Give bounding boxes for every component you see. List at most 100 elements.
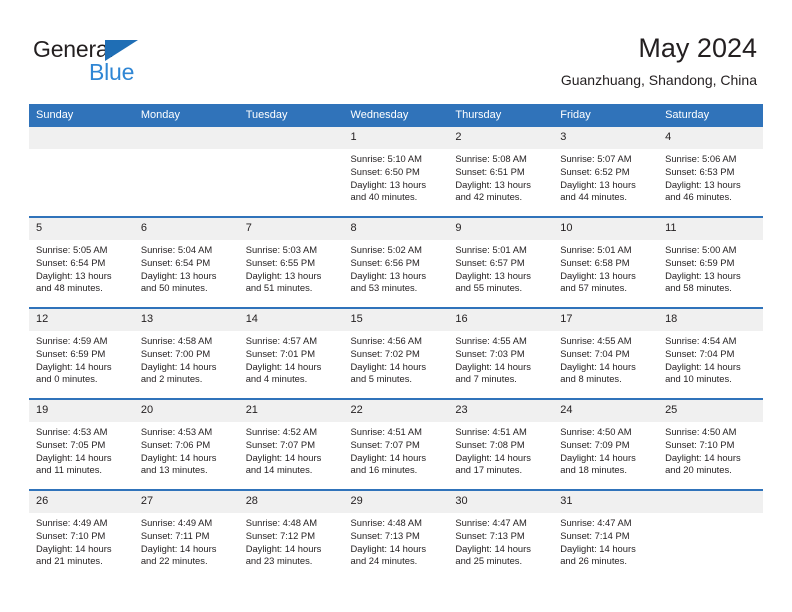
day-number: 20 [133, 400, 239, 422]
daylight-text: Daylight: 13 hours and 53 minutes. [350, 269, 427, 294]
day-info: Sunrise: 4:53 AM Sunset: 7:06 PM Daylight:… [134, 422, 239, 477]
calendar-day-cell[interactable]: 6 Sunrise: 5:04 AM Sunset: 6:54 PM Daylight… [133, 216, 239, 308]
daylight-text: Daylight: 14 hours and 2 minutes. [140, 360, 217, 385]
day-number: 29 [343, 491, 449, 513]
sunset-text: Sunset: 6:57 PM [455, 256, 525, 268]
day-number: 3 [553, 127, 659, 149]
sunset-text: Sunset: 7:09 PM [560, 438, 630, 450]
day-info: Sunrise: 5:03 AM Sunset: 6:55 PM Daylight:… [239, 240, 344, 295]
calendar-day-cell[interactable]: 13 Sunrise: 4:58 AM Sunset: 7:00 PM Dayligh… [133, 307, 239, 399]
daylight-text: Daylight: 14 hours and 10 minutes. [665, 360, 741, 385]
calendar-day-cell[interactable]: 14 Sunrise: 4:57 AM Sunset: 7:01 PM Dayligh… [238, 307, 344, 399]
daylight-text: Daylight: 14 hours and 20 minutes. [665, 451, 741, 476]
calendar-day-cell[interactable]: 25 Sunrise: 4:50 AM Sunset: 7:10 PM Dayligh… [658, 398, 763, 490]
page-header: General Blue May 2024 Guanzhuang, Shando… [0, 0, 792, 104]
calendar-day-cell[interactable]: 28 Sunrise: 4:48 AM Sunset: 7:12 PM Dayligh… [238, 489, 344, 580]
sunset-text: Sunset: 7:10 PM [36, 529, 106, 541]
day-info: Sunrise: 5:07 AM Sunset: 6:52 PM Daylight:… [553, 149, 658, 204]
day-info: Sunrise: 4:57 AM Sunset: 7:01 PM Daylight:… [239, 331, 344, 386]
sunrise-text: Sunrise: 5:03 AM [245, 244, 318, 255]
calendar-day-cell[interactable]: 10 Sunrise: 5:01 AM Sunset: 6:58 PM Dayligh… [553, 216, 659, 308]
sunrise-text: Sunrise: 5:00 AM [665, 244, 737, 255]
daylight-text: Daylight: 14 hours and 17 minutes. [455, 451, 531, 476]
sunset-text: Sunset: 7:04 PM [665, 347, 735, 359]
day-info: Sunrise: 4:50 AM Sunset: 7:10 PM Daylight:… [658, 422, 763, 477]
daylight-text: Daylight: 14 hours and 0 minutes. [36, 360, 112, 385]
calendar-header-row: Sunday Monday Tuesday Wednesday Thursday Frid… [29, 104, 763, 127]
calendar-day-cell[interactable]: 15 Sunrise: 4:56 AM Sunset: 7:02 PM Dayligh… [343, 307, 449, 399]
sunset-text: Sunset: 7:13 PM [455, 529, 525, 541]
sunset-text: Sunset: 7:07 PM [245, 438, 315, 450]
calendar-day-cell[interactable]: 23 Sunrise: 4:51 AM Sunset: 7:08 PM Dayligh… [448, 398, 554, 490]
day-info: Sunrise: 5:02 AM Sunset: 6:56 PM Daylight:… [344, 240, 449, 295]
sunrise-text: Sunrise: 5:05 AM [36, 244, 108, 255]
calendar-day-cell[interactable]: 30 Sunrise: 4:47 AM Sunset: 7:13 PM Dayligh… [448, 489, 554, 580]
calendar-day-cell[interactable]: 26 Sunrise: 4:49 AM Sunset: 7:10 PM Dayligh… [29, 489, 134, 580]
calendar-day-cell[interactable]: 4 Sunrise: 5:06 AM Sunset: 6:53 PM Daylight… [658, 127, 763, 217]
day-info: Sunrise: 4:48 AM Sunset: 7:12 PM Daylight:… [239, 513, 344, 568]
day-number: 6 [133, 218, 239, 240]
calendar-day-cell[interactable]: 2 Sunrise: 5:08 AM Sunset: 6:51 PM Daylight… [448, 127, 554, 217]
calendar-week-row: 5 Sunrise: 5:05 AM Sunset: 6:54 PM Daylight… [29, 216, 763, 308]
sunrise-text: Sunrise: 4:50 AM [665, 426, 737, 437]
calendar-day-cell[interactable]: 29 Sunrise: 4:48 AM Sunset: 7:13 PM Dayligh… [343, 489, 449, 580]
sunrise-text: Sunrise: 4:56 AM [350, 335, 422, 346]
sunrise-text: Sunrise: 4:54 AM [665, 335, 737, 346]
sunset-text: Sunset: 6:58 PM [560, 256, 630, 268]
title-block: May 2024 Guanzhuang, Shandong, China [561, 33, 757, 90]
sunset-text: Sunset: 6:56 PM [350, 256, 420, 268]
day-number: 4 [658, 127, 763, 149]
calendar-day-cell[interactable]: 11 Sunrise: 5:00 AM Sunset: 6:59 PM Dayligh… [658, 216, 763, 308]
weekday-header-thursday: Thursday [448, 104, 554, 127]
sunrise-text: Sunrise: 5:01 AM [560, 244, 632, 255]
day-number [29, 127, 134, 149]
day-info: Sunrise: 4:55 AM Sunset: 7:04 PM Daylight:… [553, 331, 658, 386]
day-number: 1 [343, 127, 449, 149]
sunset-text: Sunset: 6:59 PM [36, 347, 106, 359]
calendar-day-cell[interactable]: 19 Sunrise: 4:53 AM Sunset: 7:05 PM Dayligh… [29, 398, 134, 490]
sunrise-text: Sunrise: 5:02 AM [350, 244, 422, 255]
sunrise-text: Sunrise: 4:50 AM [560, 426, 632, 437]
day-number: 21 [238, 400, 344, 422]
calendar-day-cell[interactable]: 22 Sunrise: 4:51 AM Sunset: 7:07 PM Dayligh… [343, 398, 449, 490]
day-info: Sunrise: 5:01 AM Sunset: 6:57 PM Daylight:… [448, 240, 553, 295]
day-number: 15 [343, 309, 449, 331]
page-title: May 2024 [638, 33, 757, 63]
calendar-week-row: 26 Sunrise: 4:49 AM Sunset: 7:10 PM Dayligh… [29, 489, 763, 580]
day-info: Sunrise: 4:52 AM Sunset: 7:07 PM Daylight:… [239, 422, 344, 477]
calendar-day-cell[interactable]: 7 Sunrise: 5:03 AM Sunset: 6:55 PM Daylight… [238, 216, 344, 308]
sunset-text: Sunset: 6:54 PM [140, 256, 211, 268]
calendar-day-cell[interactable]: 18 Sunrise: 4:54 AM Sunset: 7:04 PM Dayligh… [658, 307, 763, 399]
calendar-day-cell[interactable]: 20 Sunrise: 4:53 AM Sunset: 7:06 PM Dayligh… [133, 398, 239, 490]
day-number: 9 [448, 218, 554, 240]
day-number: 30 [448, 491, 554, 513]
calendar-day-cell[interactable]: 31 Sunrise: 4:47 AM Sunset: 7:14 PM Dayligh… [553, 489, 659, 580]
daylight-text: Daylight: 13 hours and 57 minutes. [560, 269, 636, 294]
calendar-day-cell[interactable]: 21 Sunrise: 4:52 AM Sunset: 7:07 PM Dayligh… [238, 398, 344, 490]
day-info: Sunrise: 5:05 AM Sunset: 6:54 PM Daylight:… [29, 240, 134, 295]
page-subtitle: Guanzhuang, Shandong, China [560, 72, 757, 88]
sunrise-text: Sunrise: 4:53 AM [36, 426, 108, 437]
calendar-day-cell[interactable]: 24 Sunrise: 4:50 AM Sunset: 7:09 PM Dayligh… [553, 398, 659, 490]
calendar-day-cell[interactable]: 5 Sunrise: 5:05 AM Sunset: 6:54 PM Daylight… [29, 216, 134, 308]
sunset-text: Sunset: 7:13 PM [350, 529, 420, 541]
calendar-day-cell[interactable]: 1 Sunrise: 5:10 AM Sunset: 6:50 PM Daylight… [343, 127, 449, 217]
daylight-text: Daylight: 14 hours and 25 minutes. [455, 542, 531, 567]
day-info: Sunrise: 4:51 AM Sunset: 7:07 PM Daylight:… [344, 422, 449, 477]
sunrise-text: Sunrise: 4:47 AM [455, 517, 527, 528]
calendar-day-cell[interactable]: 16 Sunrise: 4:55 AM Sunset: 7:03 PM Dayligh… [448, 307, 554, 399]
calendar-day-cell[interactable]: 27 Sunrise: 4:49 AM Sunset: 7:11 PM Dayligh… [133, 489, 239, 580]
sunrise-text: Sunrise: 4:48 AM [245, 517, 318, 528]
day-info: Sunrise: 5:08 AM Sunset: 6:51 PM Daylight:… [448, 149, 553, 204]
calendar-day-cell[interactable]: 3 Sunrise: 5:07 AM Sunset: 6:52 PM Daylight… [553, 127, 659, 217]
day-number [238, 127, 344, 149]
sunrise-text: Sunrise: 5:06 AM [665, 153, 737, 164]
sunset-text: Sunset: 7:00 PM [140, 347, 211, 359]
daylight-text: Daylight: 14 hours and 7 minutes. [455, 360, 531, 385]
daylight-text: Daylight: 14 hours and 16 minutes. [350, 451, 427, 476]
calendar-day-cell[interactable]: 8 Sunrise: 5:02 AM Sunset: 6:56 PM Daylight… [343, 216, 449, 308]
calendar-day-cell[interactable]: 9 Sunrise: 5:01 AM Sunset: 6:57 PM Daylight… [448, 216, 554, 308]
general-blue-logo[interactable]: General Blue [33, 36, 263, 86]
calendar-day-cell[interactable]: 12 Sunrise: 4:59 AM Sunset: 6:59 PM Dayligh… [29, 307, 134, 399]
calendar-day-cell[interactable]: 17 Sunrise: 4:55 AM Sunset: 7:04 PM Dayligh… [553, 307, 659, 399]
